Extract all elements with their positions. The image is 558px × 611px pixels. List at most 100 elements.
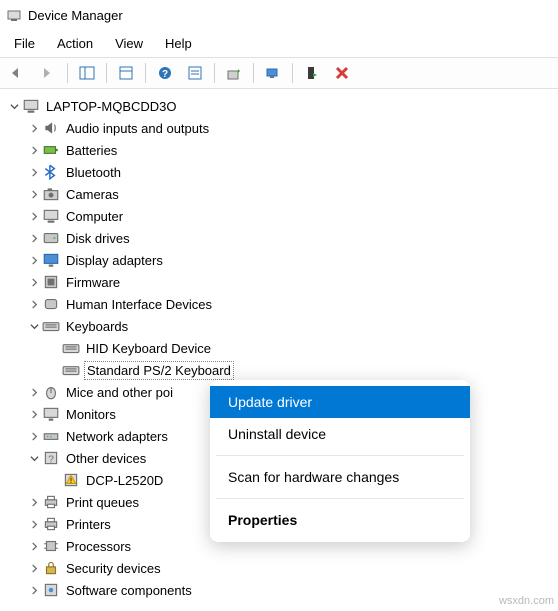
no-expand (46, 337, 62, 359)
update-driver-button[interactable] (220, 61, 248, 85)
chevron-right-icon[interactable] (26, 579, 42, 601)
tool-sep-1 (67, 63, 68, 83)
ctx-uninstall-device[interactable]: Uninstall device (210, 418, 470, 450)
chevron-right-icon[interactable] (26, 139, 42, 161)
tree-item-label: Standard PS/2 Keyboard (84, 361, 234, 380)
menu-help[interactable]: Help (155, 32, 202, 55)
disk-icon (42, 229, 60, 247)
other-icon: ? (42, 449, 60, 467)
tree-item[interactable]: Security devices (0, 557, 558, 579)
chevron-right-icon[interactable] (26, 227, 42, 249)
tree-item-label: Software components (64, 582, 194, 599)
chevron-right-icon[interactable] (26, 425, 42, 447)
tree-item[interactable]: Display adapters (0, 249, 558, 271)
tree-item-label: Security devices (64, 560, 163, 577)
tree-item[interactable]: Software components (0, 579, 558, 601)
tree-item-label: DCP-L2520D (84, 472, 165, 489)
tree-item[interactable]: Audio inputs and outputs (0, 117, 558, 139)
chevron-right-icon[interactable] (26, 535, 42, 557)
app-icon (6, 7, 22, 23)
tool-sep-4 (214, 63, 215, 83)
action-list-button[interactable] (181, 61, 209, 85)
tree-item[interactable]: Human Interface Devices (0, 293, 558, 315)
window-title: Device Manager (28, 8, 123, 23)
chevron-right-icon[interactable] (26, 293, 42, 315)
ctx-sep-2 (216, 498, 464, 499)
tree-item-label: Firmware (64, 274, 122, 291)
keyboard-icon (42, 317, 60, 335)
tree-item[interactable]: Batteries (0, 139, 558, 161)
properties-button[interactable] (112, 61, 140, 85)
keyboard-icon (62, 339, 80, 357)
tree-item-label: Batteries (64, 142, 119, 159)
menu-file[interactable]: File (4, 32, 45, 55)
watermark: wsxdn.com (499, 595, 554, 607)
chevron-right-icon[interactable] (26, 557, 42, 579)
tree-item-label: HID Keyboard Device (84, 340, 213, 357)
chevron-right-icon[interactable] (26, 249, 42, 271)
tree-item[interactable]: Disk drives (0, 227, 558, 249)
tree-item-label: Computer (64, 208, 125, 225)
svg-text:?: ? (162, 69, 168, 80)
tree-item[interactable]: Firmware (0, 271, 558, 293)
tree-item-label: Cameras (64, 186, 121, 203)
chevron-down-icon[interactable] (26, 447, 42, 469)
back-button[interactable] (4, 61, 32, 85)
tree-item-label: Print queues (64, 494, 141, 511)
chevron-right-icon[interactable] (26, 161, 42, 183)
cpu-icon (42, 537, 60, 555)
tree-item[interactable]: Bluetooth (0, 161, 558, 183)
chevron-right-icon[interactable] (26, 491, 42, 513)
menubar: File Action View Help (0, 30, 558, 57)
forward-button[interactable] (34, 61, 62, 85)
chevron-right-icon[interactable] (26, 271, 42, 293)
chevron-right-icon[interactable] (26, 205, 42, 227)
menu-view[interactable]: View (105, 32, 153, 55)
ctx-scan-hardware[interactable]: Scan for hardware changes (210, 461, 470, 493)
chevron-down-icon[interactable] (26, 315, 42, 337)
uninstall-device-button[interactable] (328, 61, 356, 85)
tree-item[interactable]: Cameras (0, 183, 558, 205)
tree-item[interactable]: Keyboards (0, 315, 558, 337)
enable-device-button[interactable] (298, 61, 326, 85)
svg-text:?: ? (48, 455, 54, 466)
software-icon (42, 581, 60, 599)
chevron-right-icon[interactable] (26, 183, 42, 205)
chevron-right-icon[interactable] (26, 403, 42, 425)
tree-item-label: Network adapters (64, 428, 170, 445)
tool-sep-2 (106, 63, 107, 83)
camera-icon (42, 185, 60, 203)
scan-hardware-button[interactable] (259, 61, 287, 85)
speaker-icon (42, 119, 60, 137)
tree-child-item[interactable]: HID Keyboard Device (0, 337, 558, 359)
tree-item[interactable]: Computer (0, 205, 558, 227)
tool-sep-6 (292, 63, 293, 83)
tree-item-label: Keyboards (64, 318, 130, 335)
monitor-icon (42, 405, 60, 423)
tree-root-row[interactable]: LAPTOP-MQBCDD3O (0, 95, 558, 117)
battery-icon (42, 141, 60, 159)
ctx-properties[interactable]: Properties (210, 504, 470, 536)
tree-item-label: Human Interface Devices (64, 296, 214, 313)
menu-action[interactable]: Action (47, 32, 103, 55)
tree-item-label: Bluetooth (64, 164, 123, 181)
tree-item-label: Other devices (64, 450, 148, 467)
titlebar: Device Manager (0, 0, 558, 30)
printer-icon (42, 493, 60, 511)
show-hide-console-tree-button[interactable] (73, 61, 101, 85)
tree-item-label: Audio inputs and outputs (64, 120, 211, 137)
root-label: LAPTOP-MQBCDD3O (44, 98, 179, 115)
chevron-right-icon[interactable] (26, 117, 42, 139)
security-icon (42, 559, 60, 577)
chevron-right-icon[interactable] (26, 381, 42, 403)
chevron-right-icon[interactable] (26, 513, 42, 535)
firmware-icon (42, 273, 60, 291)
help-button[interactable]: ? (151, 61, 179, 85)
keyboard-icon (62, 361, 80, 379)
tree-child-item[interactable]: Standard PS/2 Keyboard (0, 359, 558, 381)
network-icon (42, 427, 60, 445)
ctx-update-driver[interactable]: Update driver (210, 386, 470, 418)
chevron-down-icon[interactable] (6, 95, 22, 117)
computer-icon (22, 97, 40, 115)
toolbar: ? (0, 57, 558, 89)
